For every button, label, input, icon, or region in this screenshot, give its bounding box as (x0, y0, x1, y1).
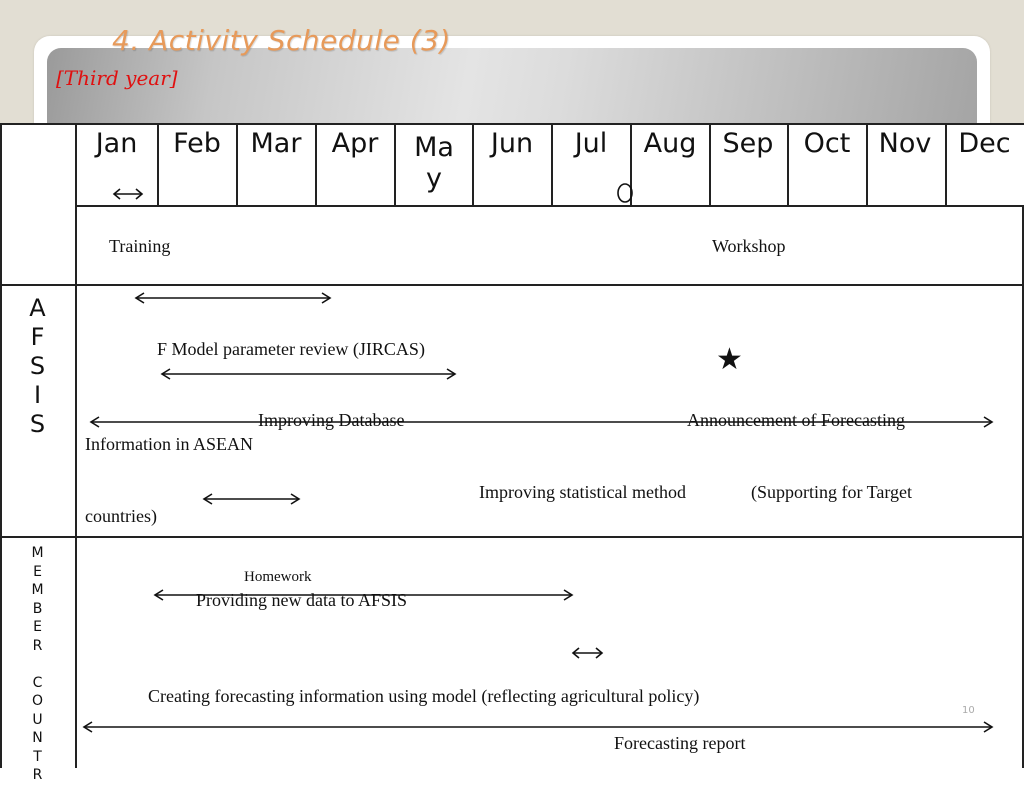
slide-subtitle: [Third year] (56, 66, 178, 90)
afsis-row-top (0, 284, 1024, 286)
month-nov: Nov (878, 128, 932, 159)
workshop-label: Workshop (712, 236, 786, 256)
improving-stat-label: Improving statistical method (479, 482, 686, 502)
announcement-label: Announcement of Forecasting (687, 410, 905, 430)
training-label: Training (109, 236, 171, 256)
creating-forecast-label: Creating forecasting information using m… (148, 686, 700, 706)
month-dec: Dec (958, 128, 1011, 159)
month-apr: Apr (331, 128, 379, 159)
page-number: 10 (962, 705, 975, 716)
countries-label: countries) (85, 506, 157, 526)
member-row-top (0, 536, 1024, 538)
model-review-label: F Model parameter review (JIRCAS) (157, 339, 425, 359)
supporting-label: (Supporting for Target (751, 482, 913, 502)
homework-label: Homework (244, 569, 312, 585)
star-icon: ★ (716, 342, 743, 377)
month-mar: Mar (250, 128, 302, 159)
improving-database-label: Improving Database (258, 410, 405, 430)
providing-data-label: Providing new data to AFSIS (196, 590, 408, 610)
month-feb: Feb (173, 128, 221, 159)
afsis-label: A F S I S (29, 294, 46, 438)
month-jul: Jul (574, 128, 608, 159)
forecasting-report-label: Forecasting report (614, 733, 746, 753)
month-jan: Jan (95, 128, 138, 159)
month-sep: Sep (722, 128, 774, 159)
month-aug: Aug (643, 128, 697, 159)
month-may: Ma y (414, 132, 454, 194)
information-asean-label: Information in ASEAN (85, 434, 253, 454)
month-jun: Jun (490, 128, 534, 159)
slide-title: 4. Activity Schedule (3) (112, 24, 451, 57)
month-oct: Oct (803, 128, 851, 159)
label-column-divider (75, 123, 77, 768)
month-row-bottom (75, 205, 1024, 207)
member-countries-label: M E M B E R C O U N T R (31, 545, 44, 783)
